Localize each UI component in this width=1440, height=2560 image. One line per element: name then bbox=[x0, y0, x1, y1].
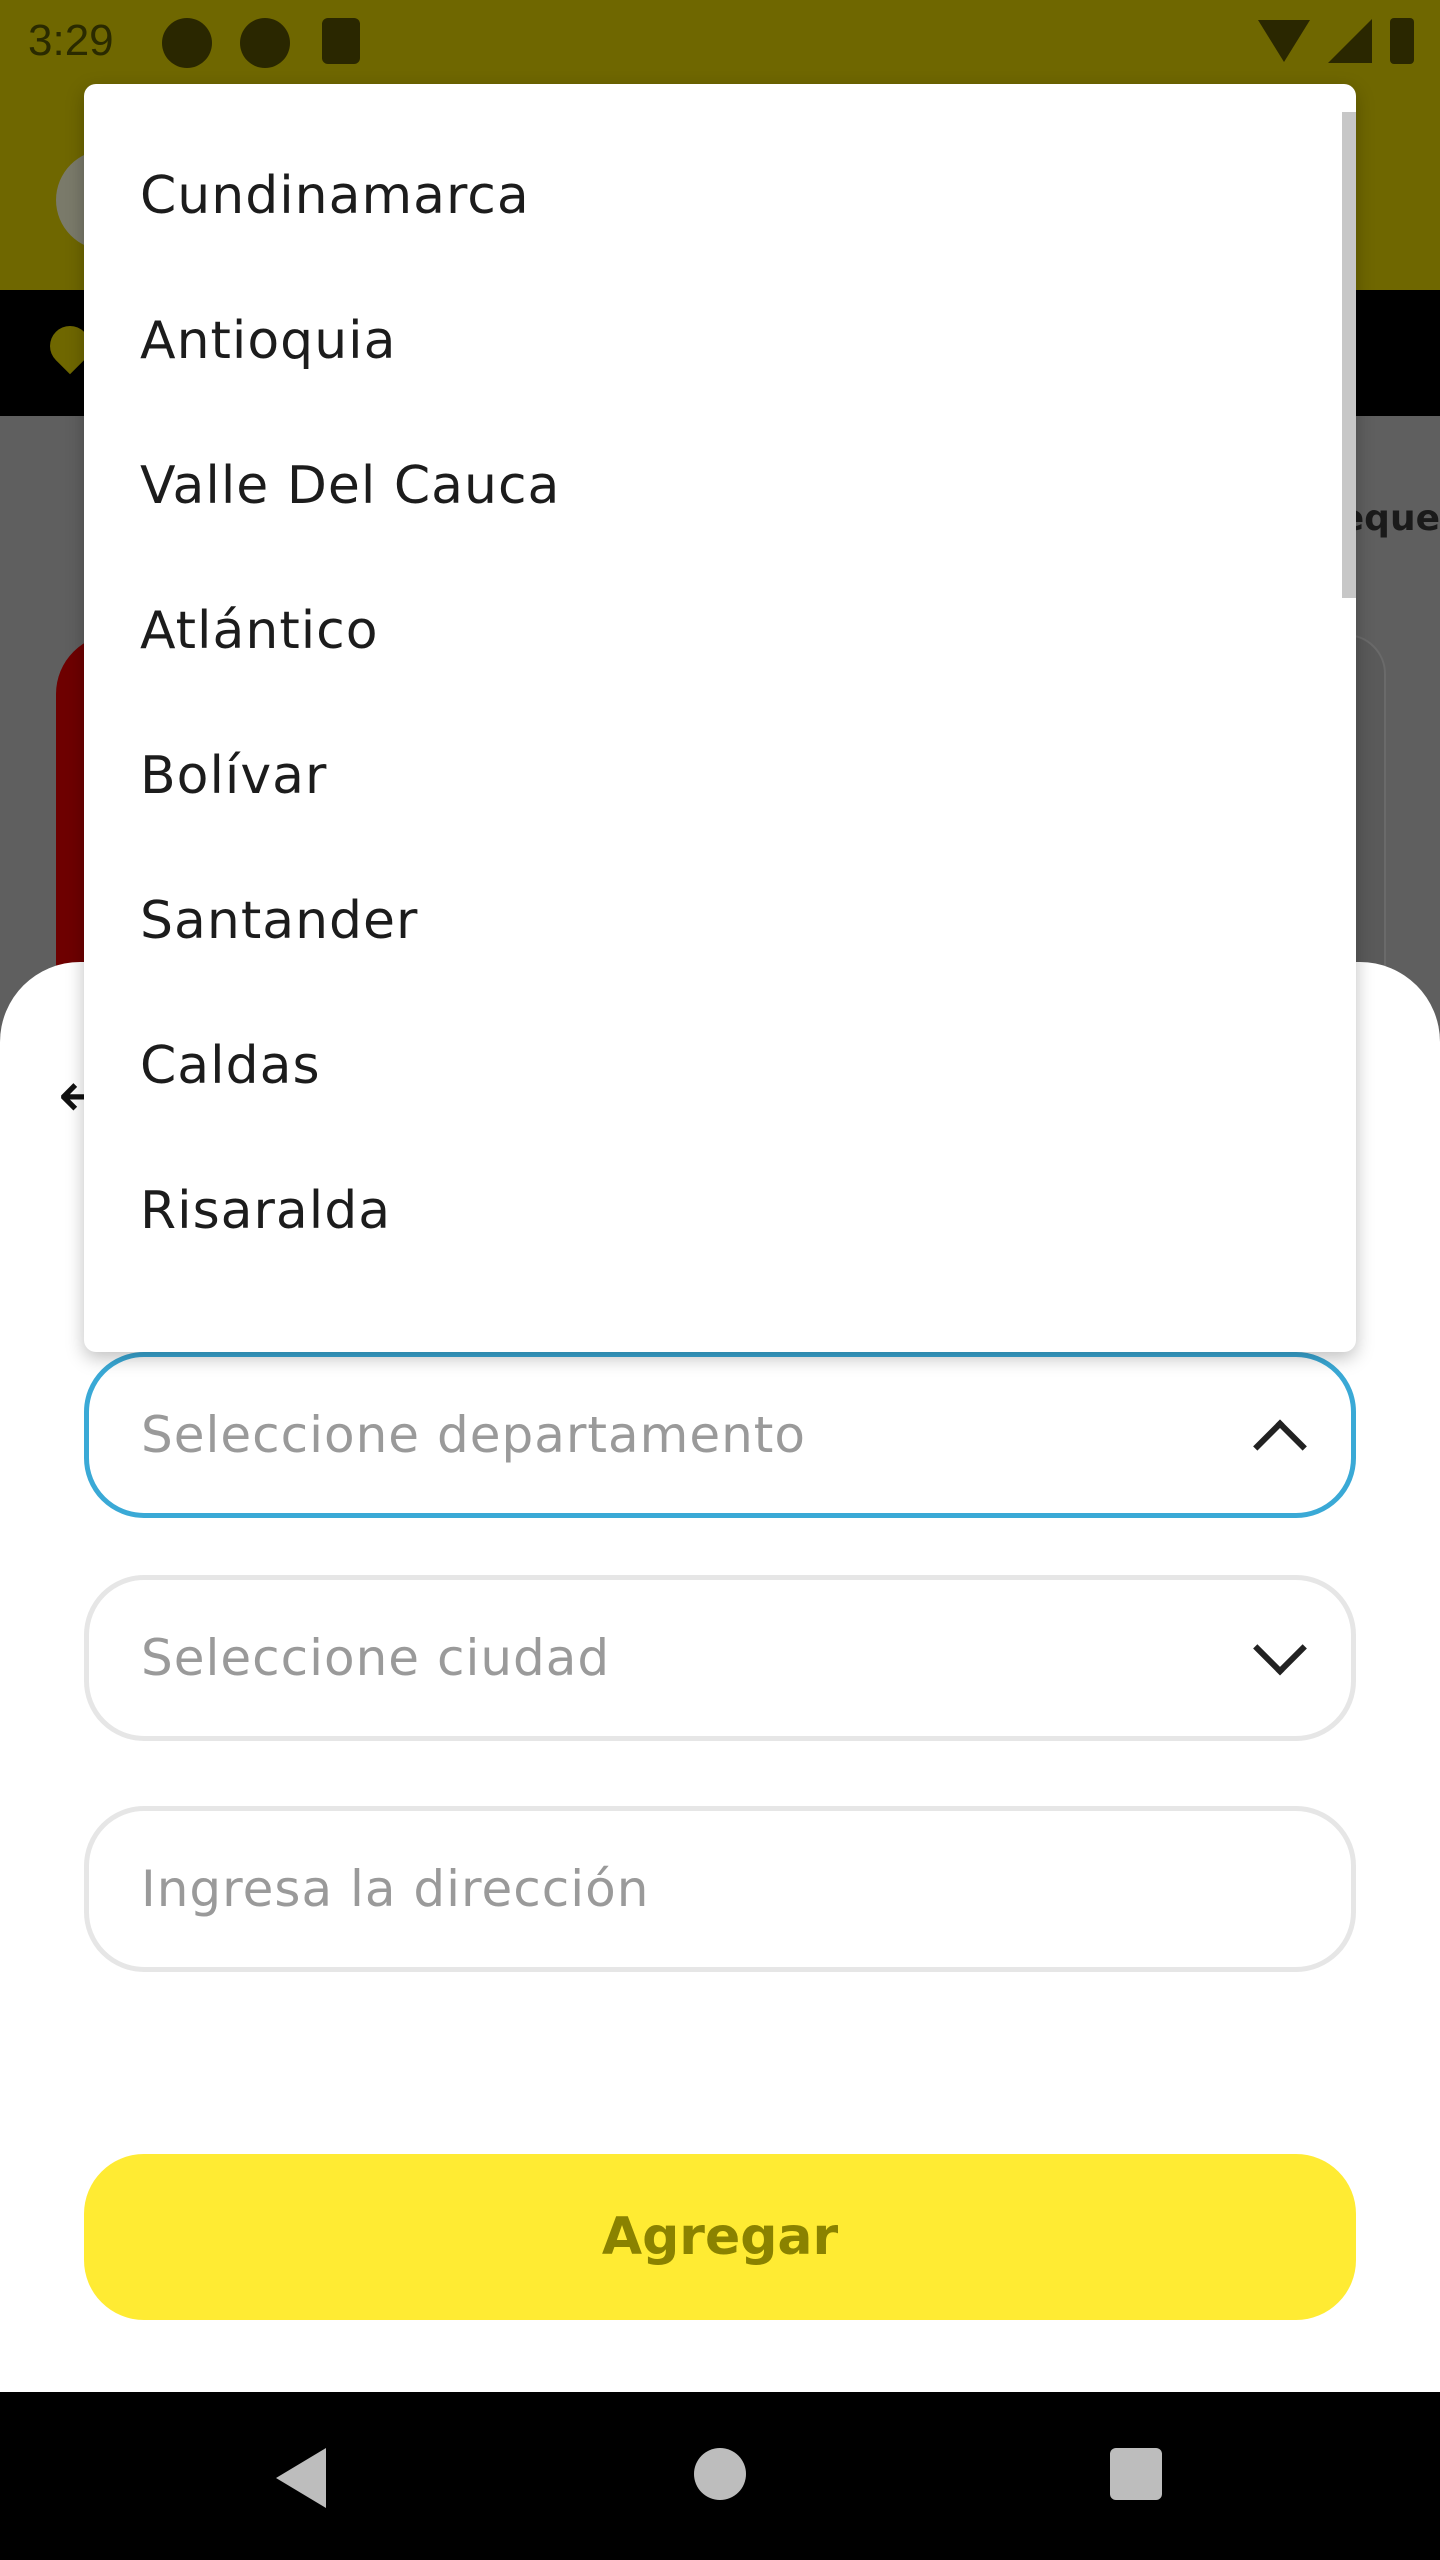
chevron-up-icon bbox=[1253, 1419, 1307, 1474]
city-select[interactable]: Seleccione ciudad bbox=[84, 1575, 1356, 1741]
add-button[interactable]: Agregar bbox=[84, 2154, 1356, 2320]
dropdown-option[interactable]: Valle Del Cauca bbox=[84, 413, 1356, 558]
dropdown-option[interactable]: Cundinamarca bbox=[84, 123, 1356, 268]
dropdown-option[interactable]: Atlántico bbox=[84, 558, 1356, 703]
department-placeholder: Seleccione departamento bbox=[141, 1406, 806, 1464]
dropdown-option[interactable]: Caldas bbox=[84, 993, 1356, 1138]
dropdown-scrollbar[interactable] bbox=[1342, 112, 1356, 598]
status-bar: 3:29 bbox=[0, 0, 1440, 84]
city-placeholder: Seleccione ciudad bbox=[141, 1629, 611, 1687]
battery-icon bbox=[1390, 18, 1414, 64]
nav-home-icon[interactable] bbox=[694, 2448, 746, 2500]
add-button-label: Agregar bbox=[601, 2207, 839, 2267]
sd-card-icon bbox=[322, 18, 360, 64]
nav-recents-icon[interactable] bbox=[1110, 2448, 1162, 2500]
nav-back-icon[interactable] bbox=[276, 2448, 326, 2508]
department-select[interactable]: Seleccione departamento bbox=[84, 1352, 1356, 1518]
signal-icon bbox=[1328, 19, 1372, 63]
system-icons bbox=[1258, 18, 1414, 64]
dropdown-option[interactable]: Risaralda bbox=[84, 1138, 1356, 1283]
dropdown-option[interactable]: Antioquia bbox=[84, 268, 1356, 413]
app-notification-icon bbox=[240, 18, 290, 68]
address-input[interactable]: Ingresa la dirección bbox=[84, 1806, 1356, 1972]
app-notification-icon bbox=[162, 18, 212, 68]
department-dropdown-menu[interactable]: Cundinamarca Antioquia Valle Del Cauca A… bbox=[84, 84, 1356, 1352]
chevron-down-icon bbox=[1253, 1621, 1307, 1676]
wifi-icon bbox=[1258, 20, 1310, 62]
dropdown-option[interactable]: Santander bbox=[84, 848, 1356, 993]
address-placeholder: Ingresa la dirección bbox=[141, 1860, 650, 1918]
status-time: 3:29 bbox=[28, 16, 114, 65]
dropdown-option[interactable]: Bolívar bbox=[84, 703, 1356, 848]
